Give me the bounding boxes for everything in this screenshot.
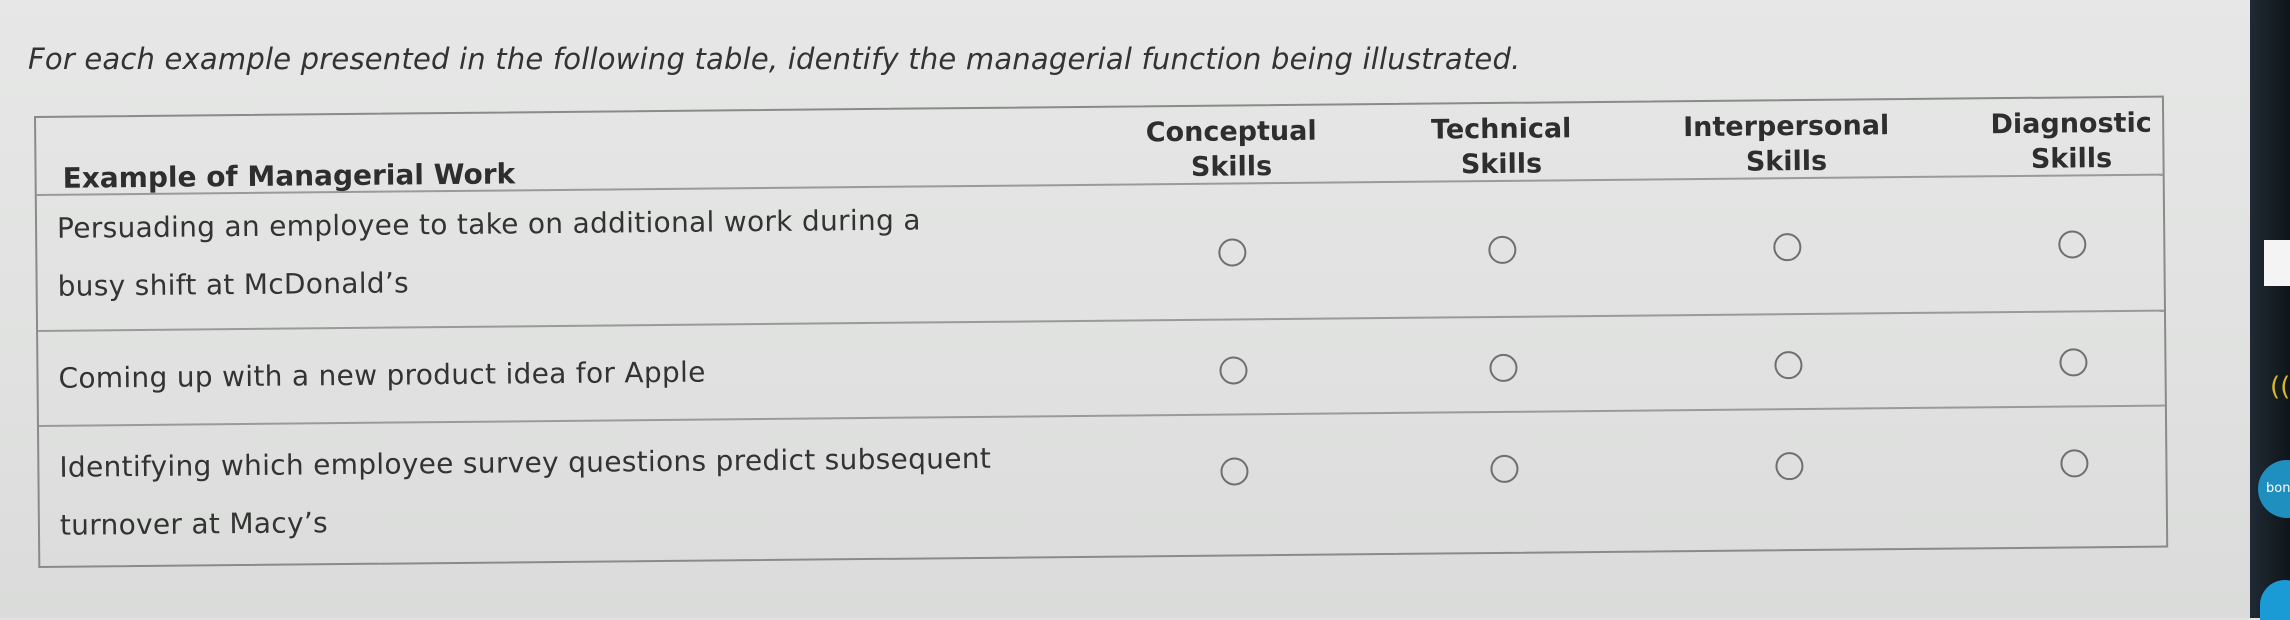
example-text: Identifying which employee survey questi…: [59, 441, 992, 542]
instruction-text: For each example presented in the follow…: [28, 42, 1521, 76]
radio-diagnostic-row1[interactable]: [2058, 230, 2087, 259]
radio-conceptual-row1[interactable]: [1218, 238, 1247, 267]
radio-technical-row2[interactable]: [1489, 353, 1518, 383]
question-table: Example of Managerial Work Conceptual Sk…: [34, 95, 2169, 568]
screen: For each example presented in the follow…: [0, 0, 2250, 618]
column-header-conceptual: Conceptual Skills: [1145, 115, 1317, 183]
radio-conceptual-row2[interactable]: [1219, 356, 1248, 385]
column-header-technical: Technical Skills: [1430, 113, 1572, 181]
radio-interpersonal-row1[interactable]: [1773, 233, 1802, 262]
app-badge-icon[interactable]: bon: [2258, 460, 2290, 518]
cloud-icon: [2260, 580, 2290, 620]
radio-conceptual-row3[interactable]: [1220, 457, 1249, 486]
radio-technical-row1[interactable]: [1488, 235, 1517, 265]
column-header-diagnostic: Diagnostic Skills: [1990, 107, 2152, 175]
example-text: Persuading an employee to take on additi…: [56, 203, 921, 303]
side-panel-strip: [2264, 240, 2290, 286]
radio-interpersonal-row3[interactable]: [1775, 452, 1804, 481]
side-panel: (( bon: [2250, 0, 2290, 620]
radio-technical-row3[interactable]: [1490, 454, 1519, 484]
example-text: Coming up with a new product idea for Ap…: [58, 355, 706, 395]
table-row: Persuading an employee to take on additi…: [36, 173, 2164, 332]
wifi-icon: ((: [2270, 372, 2290, 402]
table-row: Identifying which employee survey questi…: [39, 407, 2166, 566]
column-header-interpersonal: Interpersonal Skills: [1682, 110, 1890, 178]
radio-diagnostic-row2[interactable]: [2059, 348, 2088, 377]
radio-interpersonal-row2[interactable]: [1774, 351, 1803, 380]
radio-diagnostic-row3[interactable]: [2060, 449, 2089, 478]
